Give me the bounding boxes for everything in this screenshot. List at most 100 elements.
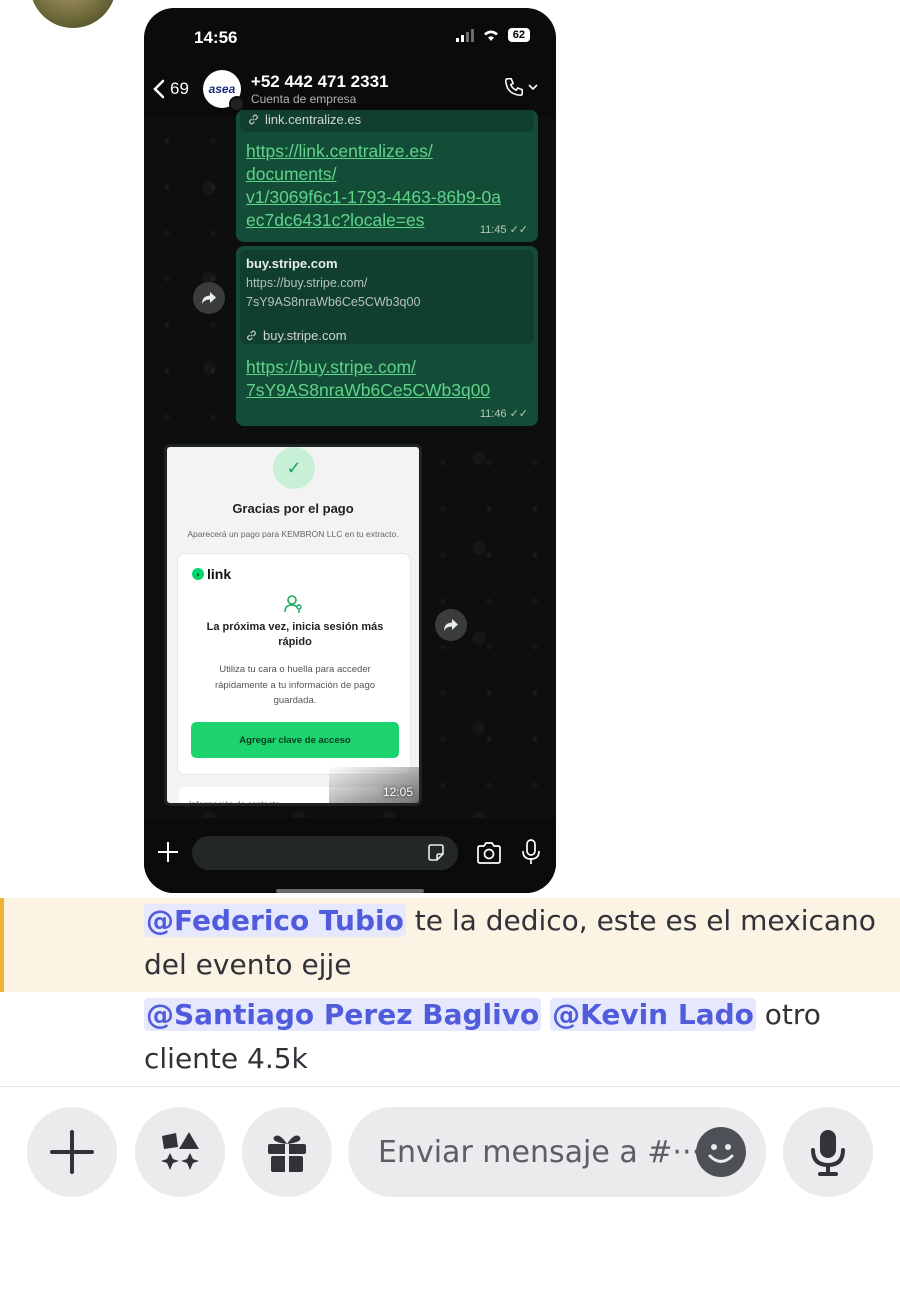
link-line: https://buy.stripe.com/ — [246, 357, 416, 377]
forward-icon — [444, 619, 458, 631]
chevron-left-icon — [153, 79, 165, 99]
apps-icon — [161, 1132, 199, 1170]
message-link[interactable]: https://buy.stripe.com/ 7sY9AS8nraWb6Ce5… — [246, 356, 528, 402]
contact-subtitle: Cuenta de empresa — [250, 92, 357, 106]
phone-icon — [504, 77, 524, 97]
receipt-subtitle: Aparecerá un pago para KEMBRON LLC en tu… — [187, 529, 399, 539]
message-link[interactable]: https://link.centralize.es/ documents/ v… — [246, 140, 528, 232]
add-attachment-button[interactable] — [27, 1107, 117, 1197]
microphone-icon — [522, 839, 540, 864]
link-block: https://buy.stripe.com/ 7sY9AS8nraWb6Ce5… — [236, 348, 538, 402]
user-mention[interactable]: @Santiago Perez Baglivo — [144, 998, 542, 1031]
plus-icon — [50, 1130, 94, 1174]
body-line: Utiliza tu cara o huella para acceder — [219, 664, 371, 675]
link-line: 7sY9AS8nraWb6Ce5CWb3q00 — [246, 380, 491, 400]
link-preview[interactable]: link.centralize.es — [240, 110, 534, 132]
logo-text: asea — [208, 82, 236, 96]
message-input[interactable]: Enviar mensaje a #··· — [348, 1107, 766, 1197]
forward-button[interactable] — [193, 282, 225, 314]
call-button[interactable] — [503, 76, 538, 98]
message-time: 11:46 ✓✓ — [479, 407, 528, 421]
battery-indicator: 62 — [507, 28, 530, 42]
unread-count: 69 — [170, 79, 189, 98]
receipt-body: Utiliza tu cara o huella para acceder rá… — [198, 662, 392, 709]
gift-button[interactable] — [242, 1107, 332, 1197]
voice-button[interactable] — [522, 839, 540, 870]
link-line: v1/3069f6c1-1793-4463-86b9-0a — [246, 187, 501, 207]
wifi-icon — [483, 30, 498, 41]
preview-description: https://buy.stripe.com/ 7sY9AS8nraWb6Ce5… — [246, 274, 528, 312]
heading-line: La próxima vez, inicia sesión más — [206, 621, 384, 633]
forward-button[interactable] — [435, 609, 467, 641]
forward-icon — [202, 292, 216, 304]
contact-name: +52 442 471 2331 — [250, 72, 389, 91]
message-text: cliente 4.5k — [144, 1042, 308, 1075]
microphone-icon — [811, 1130, 845, 1176]
composer-bar: Enviar mensaje a #··· — [0, 1087, 900, 1290]
apps-button[interactable] — [135, 1107, 225, 1197]
link-logo-icon: › — [192, 568, 204, 580]
message-bubble[interactable]: buy.stripe.com https://buy.stripe.com/ 7… — [236, 246, 538, 426]
user-avatar[interactable] — [30, 0, 116, 28]
time-text: 11:46 — [479, 407, 507, 420]
contact-info[interactable]: +52 442 471 2331 Cuenta de empresa — [251, 72, 389, 106]
body-line: guardada. — [273, 695, 317, 706]
link-icon — [249, 114, 258, 125]
image-time: 12:05 — [382, 785, 413, 799]
wa-header: 69 asea +52 442 471 2331 Cuenta de empre… — [144, 64, 556, 114]
body-line: rápidamente a tu información de pago — [214, 679, 376, 691]
double-check-icon: ✓✓ — [509, 224, 528, 236]
link-line: https://link.centralize.es/ — [246, 141, 433, 161]
message-time: 11:45 ✓✓ — [479, 223, 528, 237]
gift-icon — [268, 1135, 306, 1172]
preview-desc-line: https://buy.stripe.com/ — [246, 276, 368, 290]
preview-desc-line: 7sY9AS8nraWb6Ce5CWb3q00 — [246, 295, 421, 309]
status-icons: 62 — [455, 28, 530, 42]
attach-button[interactable] — [156, 840, 180, 869]
link-line: documents/ — [246, 164, 337, 184]
link-block: https://link.centralize.es/ documents/ v… — [236, 132, 538, 232]
user-key-icon — [284, 594, 304, 619]
double-check-icon: ✓✓ — [509, 408, 528, 420]
voice-message-button[interactable] — [783, 1107, 873, 1197]
camera-button[interactable] — [476, 842, 502, 869]
camera-icon — [477, 842, 501, 864]
receipt-title: Gracias por el pago — [232, 501, 354, 516]
message-content[interactable]: @Federico Tubio te la dedico, este es el… — [144, 899, 884, 987]
plus-icon — [158, 842, 178, 862]
wa-input-bar — [144, 818, 556, 893]
chevron-down-icon — [528, 84, 538, 91]
time-text: 11:45 — [479, 223, 507, 236]
check-icon: ✓ — [273, 447, 315, 489]
link-brand: › link — [192, 566, 231, 582]
sticker-icon[interactable] — [426, 843, 446, 863]
message-bubble[interactable]: link.centralize.es https://link.centrali… — [236, 110, 538, 242]
add-passkey-button: Agregar clave de acceso — [191, 722, 399, 758]
wa-message-field[interactable] — [192, 836, 458, 870]
link-brand-text: link — [207, 566, 232, 582]
home-indicator — [276, 889, 424, 893]
preview-title: buy.stripe.com — [246, 256, 338, 271]
link-icon — [247, 330, 256, 341]
preview-domain: link.centralize.es — [265, 112, 362, 127]
preview-domain: buy.stripe.com — [263, 328, 347, 343]
message-text: te la dedico, este es el mexicano — [405, 904, 876, 937]
back-button[interactable]: 69 — [152, 79, 189, 99]
link-card: › link La próxima vez, inicia sesión más… — [177, 553, 411, 775]
smiley-icon — [708, 1144, 734, 1163]
message-text: del evento ejje — [144, 948, 352, 981]
heading-line: rápido — [278, 636, 312, 648]
signal-icon — [455, 28, 474, 42]
input-placeholder: Enviar mensaje a #··· — [378, 1134, 702, 1170]
image-message[interactable]: ✓ Gracias por el pago Aparecerá un pago … — [164, 444, 422, 806]
link-preview[interactable]: buy.stripe.com https://buy.stripe.com/ 7… — [240, 250, 534, 344]
message-content[interactable]: @Santiago Perez Baglivo @Kevin Lado otro… — [144, 993, 884, 1081]
user-mention[interactable]: @Federico Tubio — [144, 904, 406, 937]
emoji-button[interactable] — [696, 1127, 746, 1177]
business-logo[interactable]: asea — [202, 70, 245, 112]
user-mention[interactable]: @Kevin Lado — [550, 998, 756, 1031]
discord-chat: 14:56 62 69 asea +52 442 471 2331 Cuenta… — [0, 0, 900, 1290]
image-attachment[interactable]: 14:56 62 69 asea +52 442 471 2331 Cuenta… — [144, 8, 556, 893]
message-text: otro — [755, 998, 821, 1031]
status-time: 14:56 — [194, 28, 238, 47]
